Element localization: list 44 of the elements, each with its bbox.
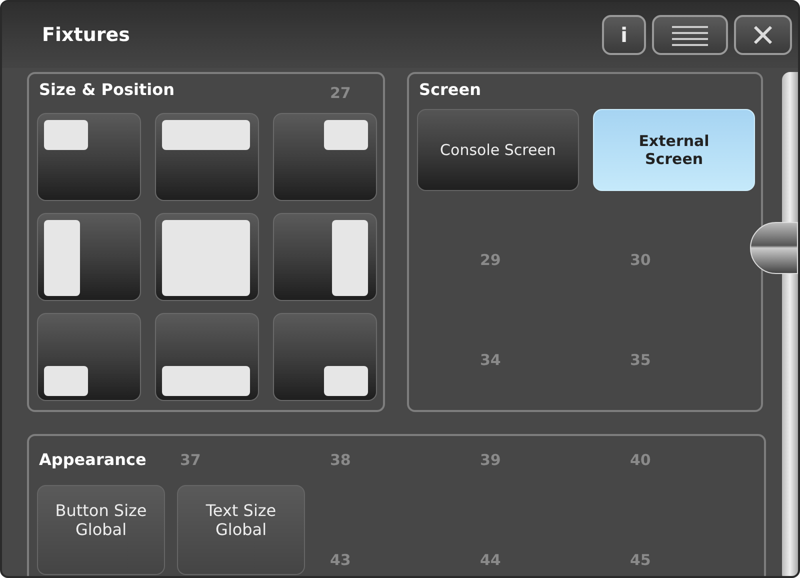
position-button[interactable] [273, 313, 377, 401]
background-cell-number: 34 [480, 351, 501, 369]
panel-title: Screen [419, 80, 481, 99]
close-button[interactable] [734, 15, 792, 55]
screen-option-button[interactable]: Console Screen [417, 109, 579, 191]
menu-icon [670, 24, 710, 46]
info-button[interactable]: i [602, 15, 646, 55]
appearance-button[interactable]: Button Size Global [37, 485, 165, 575]
right-block-icon [332, 220, 368, 296]
top-left-block-icon [44, 120, 88, 150]
bottom-block-icon [162, 366, 250, 396]
background-cell-number: 39 [480, 451, 501, 469]
position-button[interactable] [155, 213, 259, 301]
background-cell-number: 37 [180, 451, 201, 469]
scrollbar-thumb[interactable] [750, 222, 798, 274]
panel-title: Appearance [39, 450, 146, 469]
position-button[interactable] [155, 313, 259, 401]
menu-button[interactable] [652, 15, 728, 55]
bottom-left-block-icon [44, 366, 88, 396]
background-cell-number: 35 [630, 351, 651, 369]
position-button[interactable] [37, 313, 141, 401]
top-right-block-icon [324, 120, 368, 150]
background-cell-number: 45 [630, 551, 651, 569]
close-icon [753, 25, 773, 45]
background-cell-number: 29 [480, 251, 501, 269]
background-cell-number: 43 [330, 551, 351, 569]
position-button[interactable] [273, 213, 377, 301]
window-title: Fixtures [42, 24, 131, 46]
position-button[interactable] [37, 113, 141, 201]
background-cell-number: 40 [630, 451, 651, 469]
left-block-icon [44, 220, 80, 296]
appearance-button[interactable]: Text Size Global [177, 485, 305, 575]
position-button[interactable] [155, 113, 259, 201]
background-cell-number: 38 [330, 451, 351, 469]
full-block-icon [162, 220, 250, 296]
bottom-right-block-icon [324, 366, 368, 396]
screen-option-button[interactable]: External Screen [593, 109, 755, 191]
position-button[interactable] [37, 213, 141, 301]
panel-title: Size & Position [39, 80, 175, 99]
top-block-icon [162, 120, 250, 150]
position-button[interactable] [273, 113, 377, 201]
background-cell-number: 30 [630, 251, 651, 269]
background-cell-number: 44 [480, 551, 501, 569]
background-cell-number: 27 [330, 84, 351, 102]
